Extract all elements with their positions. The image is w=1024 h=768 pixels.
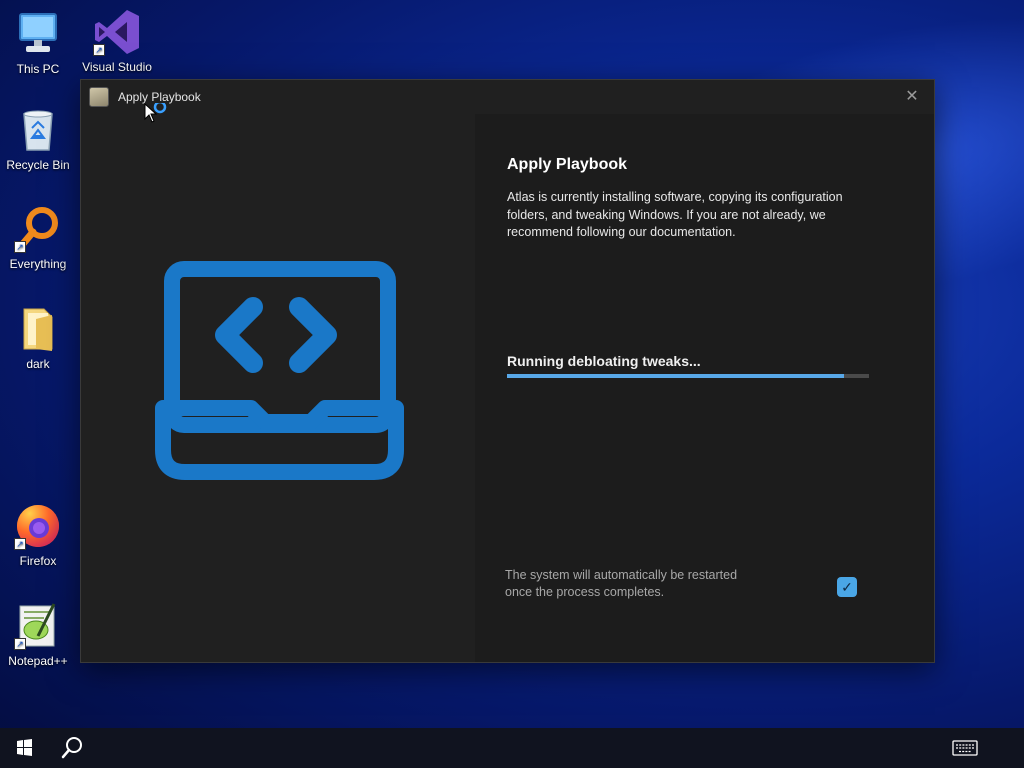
- folder-icon: [14, 305, 62, 353]
- desktop-icon-firefox[interactable]: ↗ Firefox: [0, 502, 76, 568]
- progress-bar-fill: [507, 374, 844, 378]
- desktop-icon-label: Everything: [9, 257, 67, 271]
- window-title: Apply Playbook: [118, 90, 201, 104]
- desktop-icon-everything[interactable]: ↗ Everything: [0, 205, 76, 271]
- desktop-icon-this-pc[interactable]: This PC: [0, 10, 76, 76]
- desktop-icon-visual-studio[interactable]: ↗ Visual Studio 2017: [79, 8, 155, 74]
- illustration-pane: [81, 114, 474, 662]
- firefox-icon: ↗: [14, 502, 62, 550]
- shortcut-arrow-icon: ↗: [14, 638, 26, 650]
- desktop-icon-dark-folder[interactable]: dark: [0, 305, 76, 371]
- restart-note: The system will automatically be restart…: [505, 568, 738, 599]
- visual-studio-icon: ↗: [93, 8, 141, 56]
- computer-icon: [14, 10, 62, 58]
- desktop-icon-label: Visual Studio 2017: [82, 60, 152, 74]
- desktop-icon-label: Recycle Bin: [6, 158, 70, 172]
- shortcut-arrow-icon: ↗: [14, 241, 26, 253]
- desktop-icon-label: Firefox: [19, 554, 57, 568]
- desktop-icon-recycle-bin[interactable]: Recycle Bin: [0, 106, 76, 172]
- touch-keyboard-icon[interactable]: [952, 740, 978, 756]
- shortcut-arrow-icon: ↗: [93, 44, 105, 56]
- restart-checkbox[interactable]: ✓: [837, 577, 857, 597]
- recycle-bin-icon: [14, 106, 62, 154]
- taskbar: [0, 728, 1024, 768]
- laptop-code-icon: [155, 261, 404, 480]
- search-icon[interactable]: [48, 728, 96, 768]
- windows-start-icon[interactable]: [0, 728, 48, 768]
- status-text: Running debloating tweaks...: [507, 353, 701, 369]
- page-title: Apply Playbook: [507, 156, 628, 173]
- app-icon: [89, 87, 109, 107]
- close-icon[interactable]: ✕: [900, 86, 924, 108]
- mouse-cursor: [144, 100, 170, 132]
- desktop-icon-label: This PC: [16, 62, 60, 76]
- desktop-icon-label: dark: [26, 357, 50, 371]
- desktop-icon-label: Notepad++: [8, 654, 68, 668]
- description-text: Atlas is currently installing software, …: [507, 190, 843, 239]
- desktop-icon-notepad-plus-plus[interactable]: ↗ Notepad++: [0, 602, 76, 668]
- content-pane: Apply Playbook Atlas is currently instal…: [475, 114, 934, 662]
- everything-search-icon: ↗: [14, 205, 62, 253]
- shortcut-arrow-icon: ↗: [14, 538, 26, 550]
- notepad-plus-plus-icon: ↗: [14, 602, 62, 650]
- title-bar[interactable]: Apply Playbook ✕: [81, 80, 934, 114]
- progress-bar: [507, 374, 869, 378]
- apply-playbook-dialog: Apply Playbook ✕ Apply Playbook Atlas is…: [80, 79, 935, 663]
